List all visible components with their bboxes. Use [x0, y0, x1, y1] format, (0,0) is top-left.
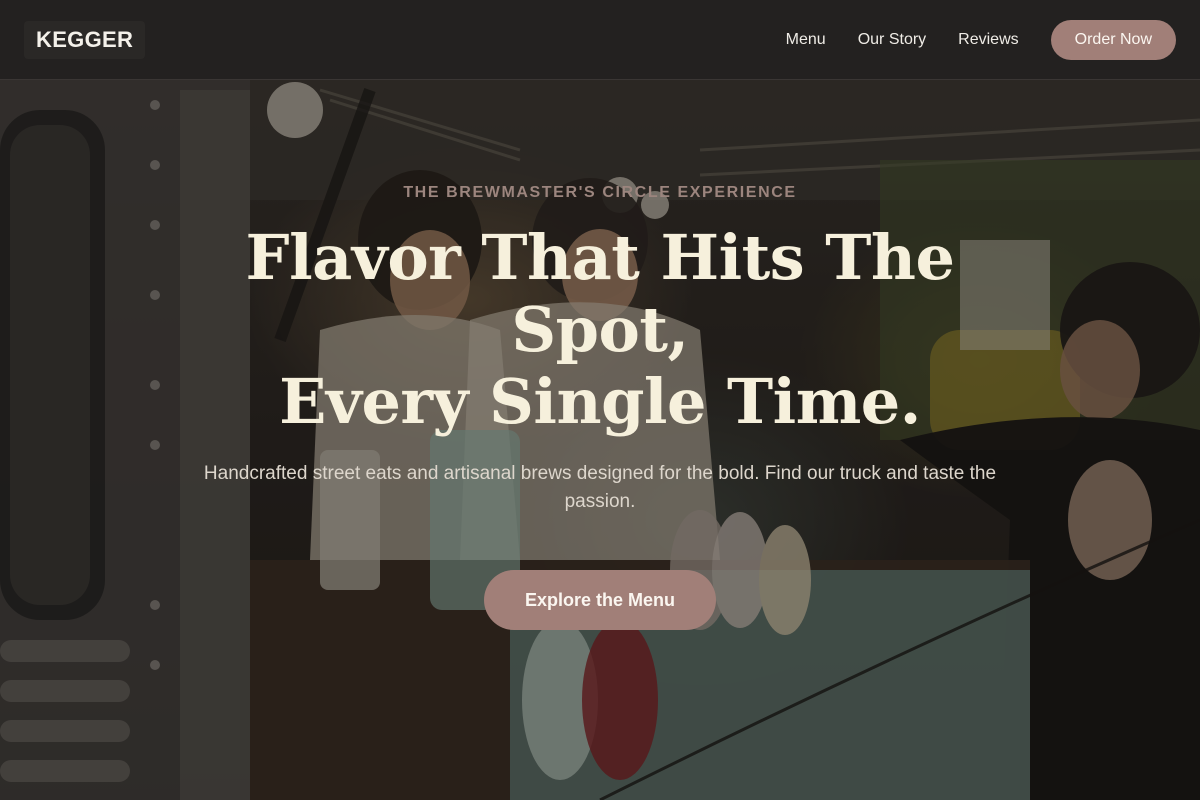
hero-headline-line-1: Flavor That Hits The Spot,	[245, 221, 955, 366]
hero-headline: Flavor That Hits The Spot, Every Single …	[220, 222, 980, 438]
top-navbar: KEGGER Menu Our Story Reviews Order Now	[0, 0, 1200, 80]
order-now-button[interactable]: Order Now	[1050, 19, 1176, 60]
nav-link-menu[interactable]: Menu	[786, 31, 826, 49]
hero-section: THE BREWMASTER'S CIRCLE EXPERIENCE Flavo…	[0, 80, 1200, 800]
brand-logo[interactable]: KEGGER	[24, 20, 146, 59]
hero-eyebrow: THE BREWMASTER'S CIRCLE EXPERIENCE	[403, 184, 797, 201]
nav-link-our-story[interactable]: Our Story	[858, 31, 926, 49]
explore-menu-button[interactable]: Explore the Menu	[484, 570, 716, 630]
nav-link-reviews[interactable]: Reviews	[958, 31, 1018, 49]
primary-nav: Menu Our Story Reviews Order Now	[786, 19, 1176, 60]
hero-headline-line-2: Every Single Time.	[279, 365, 921, 438]
hero-subtext: Handcrafted street eats and artisanal br…	[203, 463, 997, 512]
